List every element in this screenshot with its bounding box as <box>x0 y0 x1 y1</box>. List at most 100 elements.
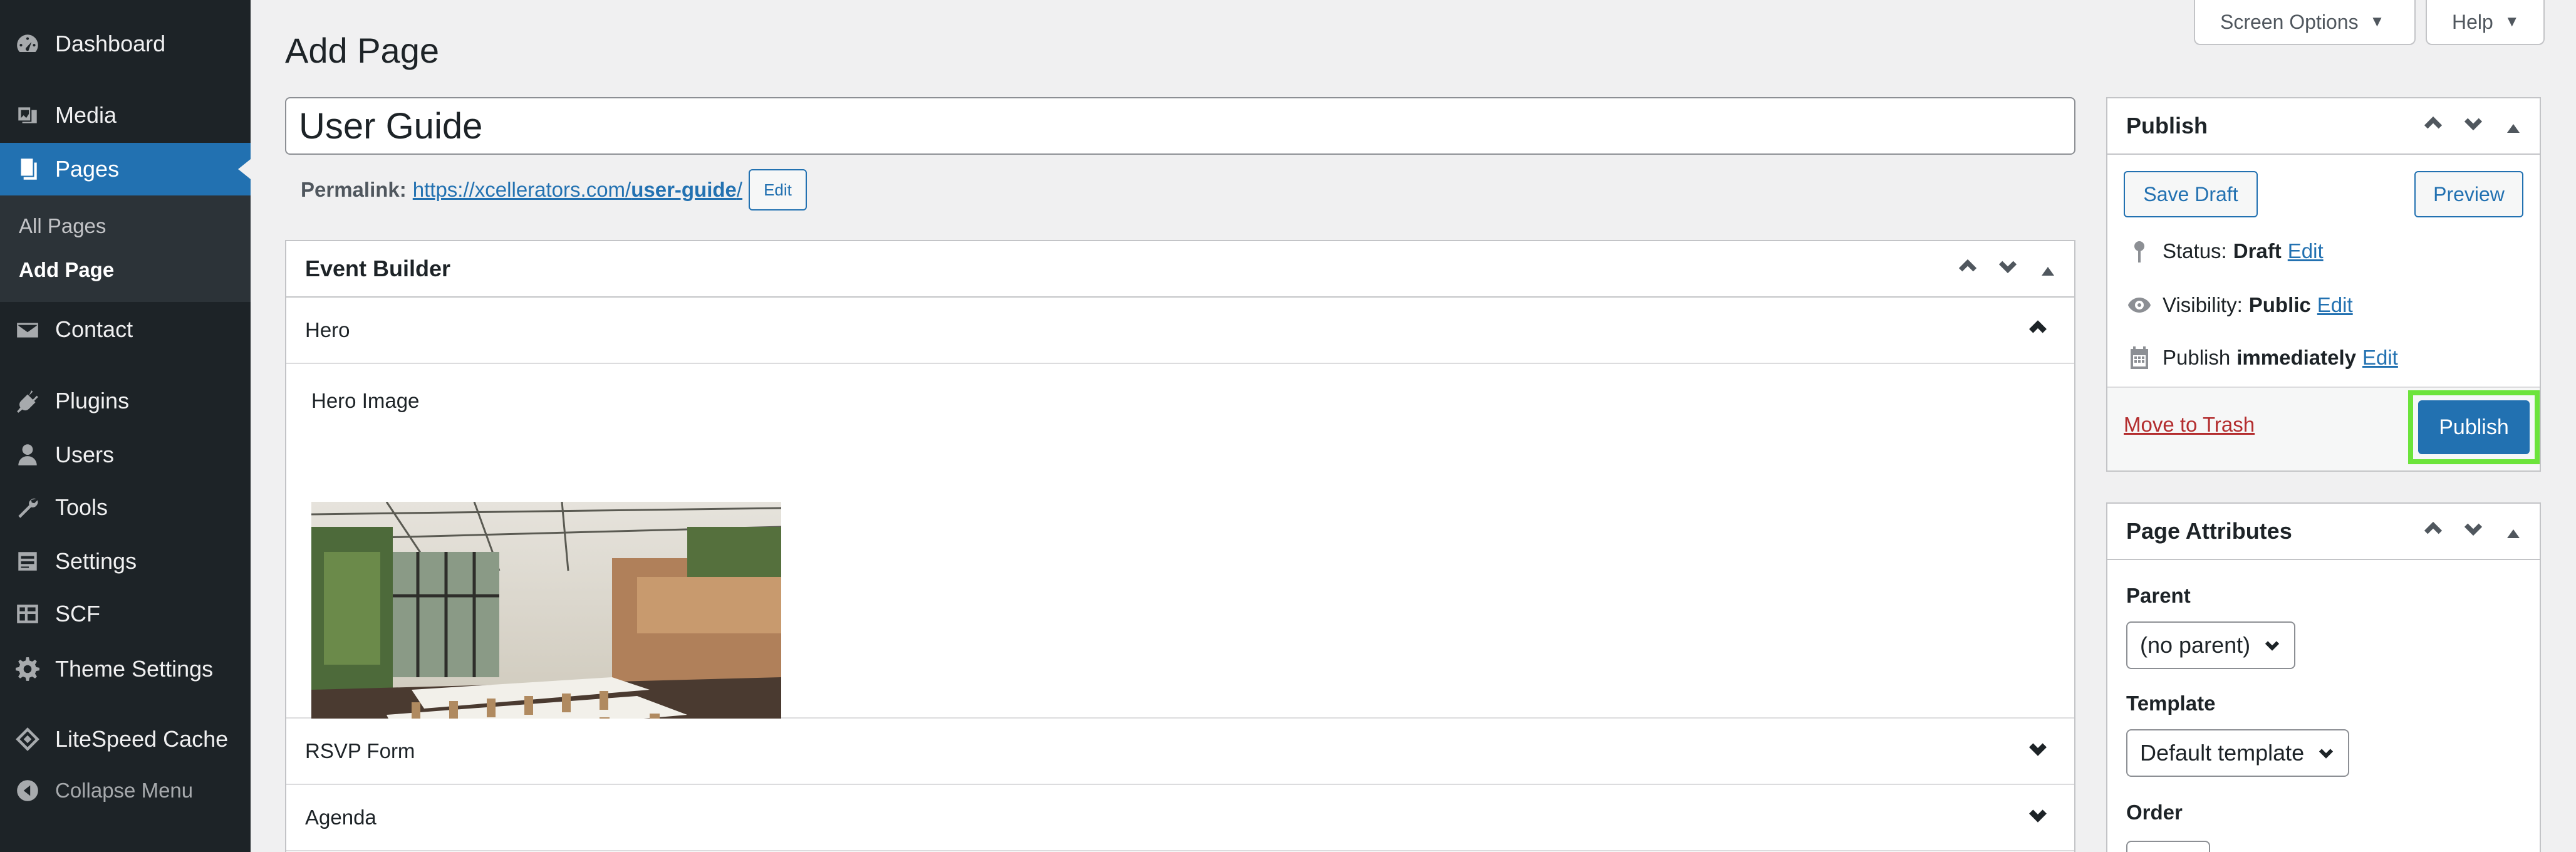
sidebar-item-litespeed-cache[interactable]: LiteSpeed Cache <box>0 713 251 766</box>
sidebar-item-label: Media <box>55 102 117 128</box>
caret-down-icon: ▼ <box>2369 13 2385 30</box>
chevron-down-icon <box>2027 737 2049 765</box>
pin-icon <box>2124 239 2155 264</box>
chevron-up-icon <box>2424 521 2443 534</box>
sidebar-item-label: Theme Settings <box>55 656 214 682</box>
permalink-edit-button[interactable]: Edit <box>749 169 807 210</box>
submenu-all-pages[interactable]: All Pages <box>19 214 106 238</box>
status-value: Draft <box>2233 239 2282 262</box>
order-label: Order <box>2126 801 2183 824</box>
submenu-add-page[interactable]: Add Page <box>19 258 114 282</box>
move-down-button[interactable] <box>1988 254 2028 284</box>
calendar-icon <box>2124 345 2155 370</box>
sidebar-item-label: Pages <box>55 156 120 182</box>
event-builder-header: Event Builder <box>286 241 2074 298</box>
sidebar-item-plugins[interactable]: Plugins <box>0 375 251 427</box>
chevron-down-icon <box>2464 118 2483 130</box>
publish-button-highlight: Publish <box>2408 390 2540 464</box>
permalink-row: Permalink: https://xcellerators.com/user… <box>301 168 807 212</box>
toggle-panel-button[interactable] <box>2028 257 2068 281</box>
pages-icon <box>13 154 43 184</box>
chevron-down-icon <box>2319 749 2334 759</box>
collapse-menu-label: Collapse Menu <box>55 779 194 802</box>
permalink-link[interactable]: https://xcellerators.com/user-guide/ <box>413 178 742 202</box>
move-to-trash-link[interactable]: Move to Trash <box>2124 413 2255 437</box>
plugin-icon <box>13 386 43 416</box>
screen-options-button[interactable]: Screen Options ▼ <box>2194 0 2416 45</box>
order-input[interactable] <box>2126 841 2210 852</box>
sidebar-item-label: Dashboard <box>55 31 166 56</box>
page-attributes-title: Page Attributes <box>2126 518 2292 544</box>
envelope-icon <box>13 314 43 345</box>
screen-options-label: Screen Options <box>2220 10 2359 33</box>
sidebar-item-label: Users <box>55 442 115 467</box>
section-hero-label: Hero <box>305 318 350 341</box>
chevron-down-icon <box>2027 804 2049 831</box>
help-label: Help <box>2452 10 2493 33</box>
post-title-input[interactable]: User Guide <box>285 97 2075 155</box>
publishing-actions: Move to Trash Publish <box>2107 387 2540 470</box>
move-down-button[interactable] <box>2453 112 2493 141</box>
section-agenda-label: Agenda <box>305 806 377 829</box>
template-select[interactable]: Default template <box>2126 729 2350 777</box>
permalink-trailing: / <box>736 178 743 201</box>
schedule-row: Publish immediately Edit <box>2124 339 2398 377</box>
permalink-slug: user-guide <box>631 178 737 201</box>
permalink-label: Permalink: <box>301 178 407 201</box>
parent-select[interactable]: (no parent) <box>2126 621 2296 669</box>
pages-submenu: All Pages Add Page <box>0 195 251 302</box>
move-up-button[interactable] <box>2413 517 2453 546</box>
sidebar-item-theme-settings[interactable]: Theme Settings <box>0 643 251 695</box>
schedule-value: immediately <box>2236 346 2356 369</box>
event-builder-box: Event Builder Hero Hero Image RSVP Form … <box>285 240 2075 852</box>
sidebar-item-dashboard[interactable]: Dashboard <box>0 18 251 70</box>
template-label: Template <box>2126 692 2216 715</box>
toggle-panel-button[interactable] <box>2493 519 2533 544</box>
table-icon <box>13 599 43 629</box>
sidebar-item-contact[interactable]: Contact <box>0 303 251 356</box>
move-down-button[interactable] <box>2453 517 2493 546</box>
help-button[interactable]: Help ▼ <box>2426 0 2545 45</box>
diamond-icon <box>13 724 43 754</box>
section-hero-body: Hero Image <box>286 364 2074 770</box>
sidebar-item-users[interactable]: Users <box>0 429 251 481</box>
hero-image-label: Hero Image <box>311 389 420 412</box>
collapse-arrow-icon <box>13 776 43 806</box>
move-up-button[interactable] <box>2413 112 2453 141</box>
section-hero-header[interactable]: Hero <box>286 298 2074 364</box>
page-attributes-header: Page Attributes <box>2107 504 2540 560</box>
schedule-edit-link[interactable]: Edit <box>2362 346 2398 370</box>
visibility-edit-link[interactable]: Edit <box>2317 293 2353 317</box>
sidebar-item-tools[interactable]: Tools <box>0 481 251 534</box>
media-icon <box>13 100 43 130</box>
chevron-up-icon <box>2027 316 2049 344</box>
caret-down-icon: ▼ <box>2504 13 2520 30</box>
admin-sidebar: Dashboard Media Pages All Pages Add Page… <box>0 0 251 852</box>
section-agenda-header[interactable]: Agenda <box>286 785 2074 851</box>
publish-button[interactable]: Publish <box>2418 400 2530 454</box>
move-up-button[interactable] <box>1948 254 1988 284</box>
triangle-up-icon <box>2042 266 2054 276</box>
preview-button[interactable]: Preview <box>2414 171 2523 217</box>
chevron-up-icon <box>2424 116 2443 128</box>
sidebar-item-label: Tools <box>55 494 108 520</box>
sidebar-item-pages[interactable]: Pages <box>0 143 251 195</box>
save-draft-button[interactable]: Save Draft <box>2124 171 2258 217</box>
visibility-row: Visibility: Public Edit <box>2124 286 2353 324</box>
section-rsvp-header[interactable]: RSVP Form <box>286 719 2074 785</box>
publish-header: Publish <box>2107 98 2540 155</box>
toggle-panel-button[interactable] <box>2493 114 2533 138</box>
collapse-menu-button[interactable]: Collapse Menu <box>0 764 251 817</box>
sidebar-item-label: Settings <box>55 548 137 574</box>
users-icon <box>13 440 43 470</box>
triangle-up-icon <box>2507 123 2520 133</box>
status-edit-link[interactable]: Edit <box>2288 239 2324 263</box>
sidebar-item-settings[interactable]: Settings <box>0 535 251 588</box>
event-builder-title: Event Builder <box>305 256 451 281</box>
sidebar-item-media[interactable]: Media <box>0 89 251 142</box>
post-title-value: User Guide <box>299 105 483 147</box>
parent-label: Parent <box>2126 584 2191 607</box>
sidebar-item-scf[interactable]: SCF <box>0 588 251 640</box>
visibility-label: Visibility: <box>2163 293 2243 316</box>
visibility-value: Public <box>2248 293 2311 316</box>
